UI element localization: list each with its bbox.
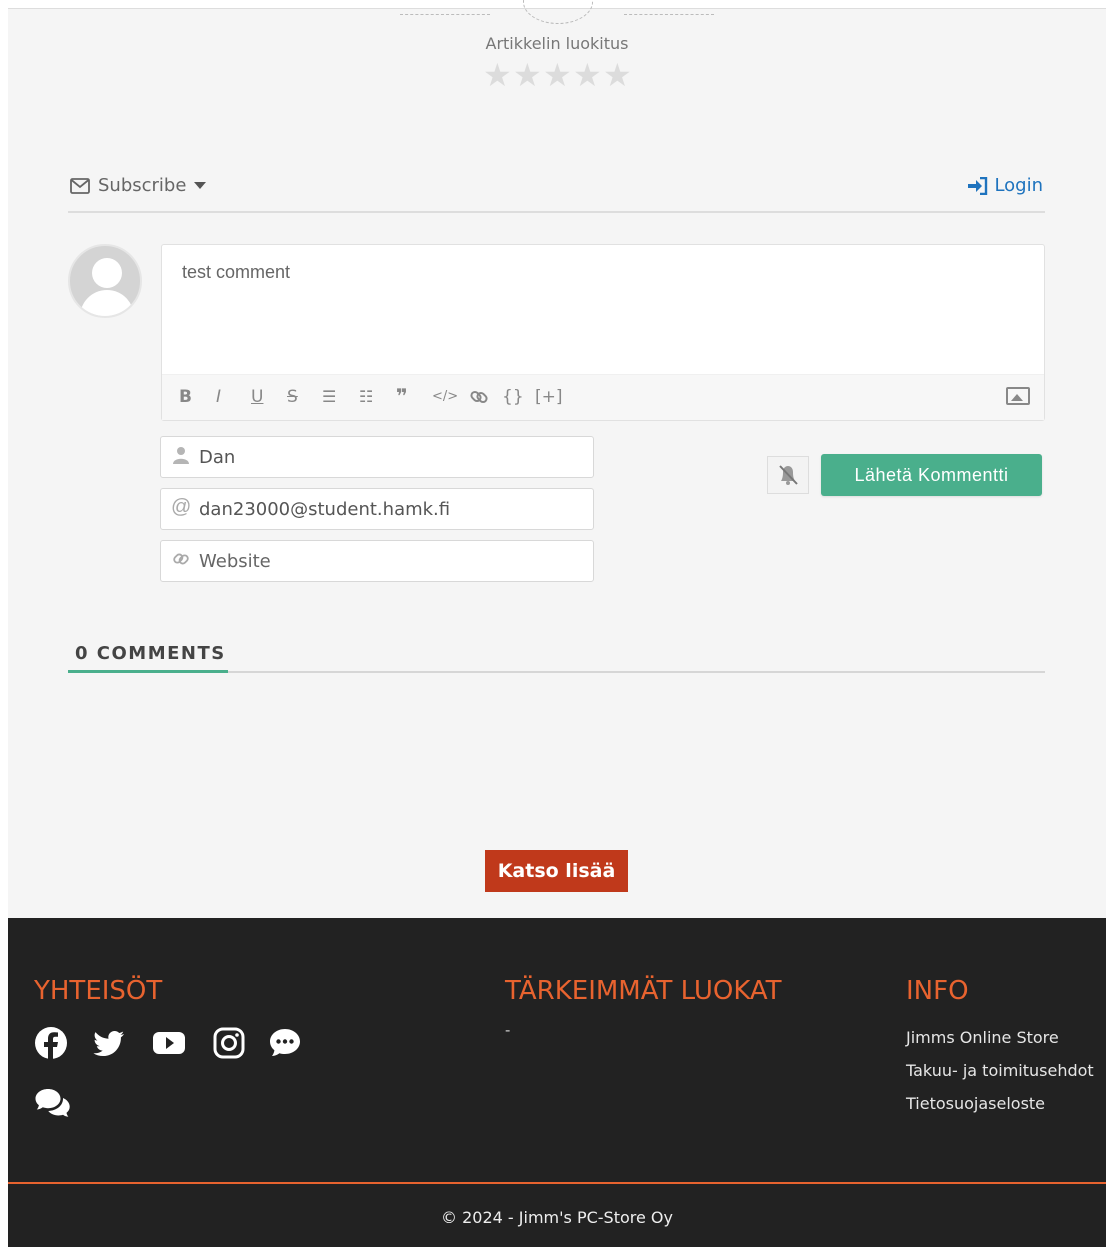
star-rating[interactable]: ★ ★ ★ ★ ★ <box>483 58 632 92</box>
comment-text[interactable]: test comment <box>182 262 290 283</box>
footer-divider <box>8 1182 1106 1184</box>
youtube-icon[interactable] <box>152 1026 186 1060</box>
email-input[interactable] <box>199 489 579 529</box>
italic-button[interactable]: I <box>216 387 221 407</box>
spoiler-button[interactable]: [+] <box>535 387 563 407</box>
rating-divider-left <box>400 14 490 15</box>
login-link[interactable]: Login <box>968 175 1043 196</box>
star-icon[interactable]: ★ <box>483 58 512 92</box>
link-icon[interactable] <box>469 387 489 412</box>
info-link-warranty-terms[interactable]: Takuu- ja toimitusehdot <box>906 1061 1094 1080</box>
star-icon[interactable]: ★ <box>603 58 632 92</box>
categories-placeholder: - <box>505 1022 511 1039</box>
chain-link-icon <box>470 390 488 404</box>
caret-down-icon <box>194 181 207 189</box>
sign-in-icon <box>968 176 988 195</box>
twitter-icon[interactable] <box>92 1026 126 1060</box>
star-icon[interactable]: ★ <box>513 58 542 92</box>
info-link-online-store[interactable]: Jimms Online Store <box>906 1028 1059 1047</box>
rating-divider-right <box>624 14 714 15</box>
subscribe-label: Subscribe <box>98 175 187 196</box>
comments-header: 0 COMMENTS <box>68 641 1045 673</box>
login-label: Login <box>994 175 1043 196</box>
comment-editor[interactable]: test comment B I U S ☰ ☷ ❞ </> {} [+] <box>161 244 1045 421</box>
subscribe-dropdown[interactable]: Subscribe <box>70 175 207 196</box>
info-link-privacy-policy[interactable]: Tietosuojaseloste <box>906 1094 1045 1113</box>
notification-toggle[interactable] <box>767 456 809 494</box>
star-icon[interactable]: ★ <box>573 58 602 92</box>
website-field[interactable] <box>160 540 594 582</box>
quote-icon[interactable]: ❞ <box>396 384 408 408</box>
footer-info-title: INFO <box>906 976 969 1006</box>
email-field[interactable]: @ <box>160 488 594 530</box>
ordered-list-icon[interactable]: ☰ <box>322 387 336 406</box>
comments-underline <box>68 670 228 673</box>
name-input[interactable] <box>199 437 579 477</box>
editor-toolbar: B I U S ☰ ☷ ❞ </> {} [+] <box>162 374 1044 420</box>
code-icon[interactable]: </> <box>432 389 458 404</box>
comments-count: 0 COMMENTS <box>75 643 226 664</box>
at-sign-icon: @ <box>171 496 192 518</box>
subscribe-bar: Subscribe Login <box>68 173 1045 213</box>
underline-button[interactable]: U <box>251 387 263 407</box>
avatar <box>68 244 142 318</box>
user-icon <box>171 446 191 469</box>
website-input[interactable] <box>199 541 579 581</box>
bullet-list-icon[interactable]: ☷ <box>359 387 373 406</box>
facebook-icon[interactable] <box>34 1026 68 1060</box>
strikethrough-button[interactable]: S <box>287 387 298 407</box>
footer: YHTEISÖT TÄRKEIMMÄT LUOKAT - INFO Jimms … <box>8 918 1106 1247</box>
link-icon <box>171 550 191 573</box>
discussion-icon[interactable] <box>34 1086 74 1120</box>
page: Artikkelin luokitus ★ ★ ★ ★ ★ Subscribe … <box>8 0 1106 1247</box>
submit-comment-button[interactable]: Lähetä Kommentti <box>821 454 1042 496</box>
rating-arc-decoration <box>523 0 593 24</box>
instagram-icon[interactable] <box>212 1026 246 1060</box>
star-icon[interactable]: ★ <box>543 58 572 92</box>
see-more-button[interactable]: Katso lisää <box>485 850 628 892</box>
rating-title: Artikkelin luokitus <box>485 34 629 53</box>
name-field[interactable] <box>160 436 594 478</box>
footer-community-title: YHTEISÖT <box>34 976 163 1006</box>
chat-bubble-icon[interactable] <box>268 1026 302 1060</box>
bold-button[interactable]: B <box>179 387 192 407</box>
source-code-button[interactable]: {} <box>502 387 524 407</box>
bell-slash-icon <box>779 465 798 485</box>
footer-categories-title: TÄRKEIMMÄT LUOKAT <box>505 976 782 1006</box>
copyright-text: © 2024 - Jimm's PC-Store Oy <box>441 1208 673 1227</box>
image-icon[interactable] <box>1006 387 1030 405</box>
envelope-icon <box>70 177 90 194</box>
